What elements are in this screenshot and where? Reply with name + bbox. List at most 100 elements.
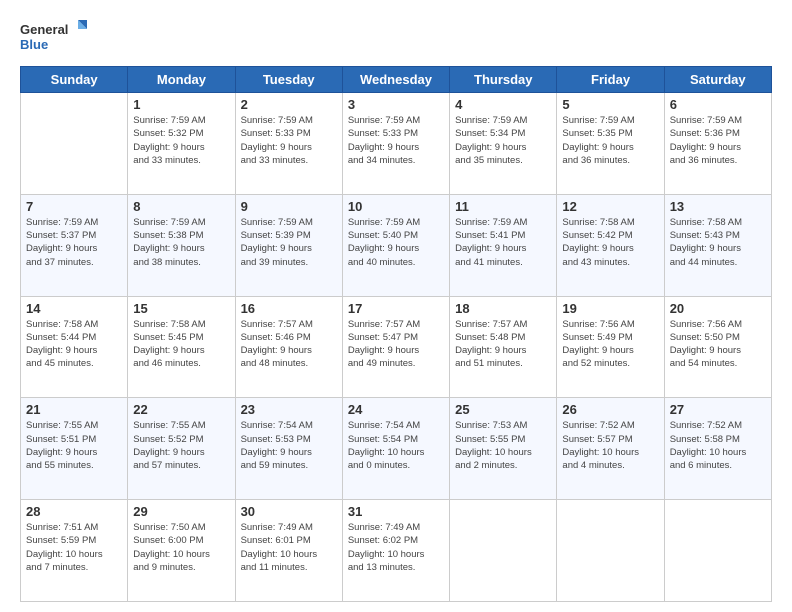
calendar-cell: 2 Sunrise: 7:59 AMSunset: 5:33 PMDaylight… (235, 93, 342, 195)
day-number: 13 (670, 199, 766, 214)
calendar-week-row: 28Sunrise: 7:51 AMSunset: 5:59 PMDayligh… (21, 500, 772, 602)
day-number: 25 (455, 402, 551, 417)
day-info: Sunrise: 7:59 AMSunset: 5:37 PMDaylight:… (26, 216, 122, 269)
calendar-cell: 22Sunrise: 7:55 AMSunset: 5:52 PMDayligh… (128, 398, 235, 500)
day-number: 8 (133, 199, 229, 214)
day-header-friday: Friday (557, 67, 664, 93)
day-number: 29 (133, 504, 229, 519)
day-info: Sunrise: 7:57 AMSunset: 5:47 PMDaylight:… (348, 318, 444, 371)
calendar-table: SundayMondayTuesdayWednesdayThursdayFrid… (20, 66, 772, 602)
calendar-cell (664, 500, 771, 602)
calendar-header-row: SundayMondayTuesdayWednesdayThursdayFrid… (21, 67, 772, 93)
day-info: Sunrise: 7:59 AMSunset: 5:34 PMDaylight:… (455, 114, 551, 167)
calendar-cell: 15 Sunrise: 7:58 AMSunset: 5:45 PMDayligh… (128, 296, 235, 398)
day-number: 5 (562, 97, 658, 112)
day-number: 4 (455, 97, 551, 112)
day-number: 11 (455, 199, 551, 214)
calendar-cell: 16 Sunrise: 7:57 AMSunset: 5:46 PMDayligh… (235, 296, 342, 398)
day-info: Sunrise: 7:59 AMSunset: 5:35 PMDaylight:… (562, 114, 658, 167)
calendar-cell: 18 Sunrise: 7:57 AMSunset: 5:48 PMDayligh… (450, 296, 557, 398)
day-info: Sunrise: 7:58 AMSunset: 5:45 PMDaylight:… (133, 318, 229, 371)
day-info: Sunrise: 7:55 AMSunset: 5:51 PMDaylight:… (26, 419, 122, 472)
calendar-week-row: 1Sunrise: 7:59 AMSunset: 5:32 PMDaylight… (21, 93, 772, 195)
day-number: 24 (348, 402, 444, 417)
logo: General Blue (20, 16, 90, 56)
day-header-monday: Monday (128, 67, 235, 93)
day-info: Sunrise: 7:58 AMSunset: 5:42 PMDaylight:… (562, 216, 658, 269)
calendar-cell: 21 Sunrise: 7:55 AMSunset: 5:51 PMDayligh… (21, 398, 128, 500)
calendar-cell: 12Sunrise: 7:58 AMSunset: 5:42 PMDayligh… (557, 194, 664, 296)
day-info: Sunrise: 7:59 AMSunset: 5:41 PMDaylight:… (455, 216, 551, 269)
svg-text:General: General (20, 22, 68, 37)
day-number: 7 (26, 199, 122, 214)
calendar-cell: 7 Sunrise: 7:59 AMSunset: 5:37 PMDaylight… (21, 194, 128, 296)
calendar-cell (21, 93, 128, 195)
day-info: Sunrise: 7:50 AMSunset: 6:00 PMDaylight:… (133, 521, 229, 574)
day-number: 10 (348, 199, 444, 214)
calendar-week-row: 21 Sunrise: 7:55 AMSunset: 5:51 PMDayligh… (21, 398, 772, 500)
day-header-wednesday: Wednesday (342, 67, 449, 93)
day-info: Sunrise: 7:59 AMSunset: 5:36 PMDaylight:… (670, 114, 766, 167)
day-number: 2 (241, 97, 337, 112)
day-info: Sunrise: 7:57 AMSunset: 5:48 PMDaylight:… (455, 318, 551, 371)
day-info: Sunrise: 7:52 AMSunset: 5:57 PMDaylight:… (562, 419, 658, 472)
day-info: Sunrise: 7:54 AMSunset: 5:54 PMDaylight:… (348, 419, 444, 472)
day-header-thursday: Thursday (450, 67, 557, 93)
page: General Blue SundayMondayTuesdayWednesda… (0, 0, 792, 612)
day-info: Sunrise: 7:59 AMSunset: 5:38 PMDaylight:… (133, 216, 229, 269)
calendar-cell: 20Sunrise: 7:56 AMSunset: 5:50 PMDayligh… (664, 296, 771, 398)
day-info: Sunrise: 7:59 AMSunset: 5:40 PMDaylight:… (348, 216, 444, 269)
calendar-week-row: 14Sunrise: 7:58 AMSunset: 5:44 PMDayligh… (21, 296, 772, 398)
day-header-saturday: Saturday (664, 67, 771, 93)
day-number: 21 (26, 402, 122, 417)
calendar-week-row: 7 Sunrise: 7:59 AMSunset: 5:37 PMDaylight… (21, 194, 772, 296)
calendar-cell: 10 Sunrise: 7:59 AMSunset: 5:40 PMDayligh… (342, 194, 449, 296)
calendar-cell: 17Sunrise: 7:57 AMSunset: 5:47 PMDayligh… (342, 296, 449, 398)
calendar-cell: 28Sunrise: 7:51 AMSunset: 5:59 PMDayligh… (21, 500, 128, 602)
day-info: Sunrise: 7:53 AMSunset: 5:55 PMDaylight:… (455, 419, 551, 472)
calendar-cell: 19Sunrise: 7:56 AMSunset: 5:49 PMDayligh… (557, 296, 664, 398)
day-number: 27 (670, 402, 766, 417)
day-info: Sunrise: 7:59 AMSunset: 5:39 PMDaylight:… (241, 216, 337, 269)
day-number: 15 (133, 301, 229, 316)
calendar-cell: 5 Sunrise: 7:59 AMSunset: 5:35 PMDaylight… (557, 93, 664, 195)
calendar-cell: 4 Sunrise: 7:59 AMSunset: 5:34 PMDaylight… (450, 93, 557, 195)
logo-svg: General Blue (20, 16, 90, 56)
day-number: 9 (241, 199, 337, 214)
calendar-cell: 29 Sunrise: 7:50 AMSunset: 6:00 PMDayligh… (128, 500, 235, 602)
calendar-cell: 1Sunrise: 7:59 AMSunset: 5:32 PMDaylight… (128, 93, 235, 195)
day-number: 31 (348, 504, 444, 519)
calendar-cell: 23 Sunrise: 7:54 AMSunset: 5:53 PMDayligh… (235, 398, 342, 500)
day-number: 3 (348, 97, 444, 112)
day-number: 30 (241, 504, 337, 519)
day-info: Sunrise: 7:54 AMSunset: 5:53 PMDaylight:… (241, 419, 337, 472)
calendar-cell: 24 Sunrise: 7:54 AMSunset: 5:54 PMDayligh… (342, 398, 449, 500)
calendar-cell: 6Sunrise: 7:59 AMSunset: 5:36 PMDaylight… (664, 93, 771, 195)
calendar-cell: 13 Sunrise: 7:58 AMSunset: 5:43 PMDayligh… (664, 194, 771, 296)
calendar-cell: 3 Sunrise: 7:59 AMSunset: 5:33 PMDaylight… (342, 93, 449, 195)
day-info: Sunrise: 7:57 AMSunset: 5:46 PMDaylight:… (241, 318, 337, 371)
day-number: 14 (26, 301, 122, 316)
calendar-cell (450, 500, 557, 602)
day-info: Sunrise: 7:49 AMSunset: 6:01 PMDaylight:… (241, 521, 337, 574)
calendar-cell: 31 Sunrise: 7:49 AMSunset: 6:02 PMDayligh… (342, 500, 449, 602)
day-number: 23 (241, 402, 337, 417)
calendar-cell: 8 Sunrise: 7:59 AMSunset: 5:38 PMDaylight… (128, 194, 235, 296)
svg-text:Blue: Blue (20, 37, 48, 52)
header: General Blue (20, 16, 772, 56)
calendar-cell: 30 Sunrise: 7:49 AMSunset: 6:01 PMDayligh… (235, 500, 342, 602)
day-number: 18 (455, 301, 551, 316)
day-header-tuesday: Tuesday (235, 67, 342, 93)
day-number: 16 (241, 301, 337, 316)
day-number: 20 (670, 301, 766, 316)
day-info: Sunrise: 7:59 AMSunset: 5:33 PMDaylight:… (348, 114, 444, 167)
day-number: 26 (562, 402, 658, 417)
day-number: 19 (562, 301, 658, 316)
calendar-cell (557, 500, 664, 602)
day-info: Sunrise: 7:51 AMSunset: 5:59 PMDaylight:… (26, 521, 122, 574)
day-info: Sunrise: 7:58 AMSunset: 5:43 PMDaylight:… (670, 216, 766, 269)
day-info: Sunrise: 7:55 AMSunset: 5:52 PMDaylight:… (133, 419, 229, 472)
day-info: Sunrise: 7:59 AMSunset: 5:33 PMDaylight:… (241, 114, 337, 167)
day-info: Sunrise: 7:49 AMSunset: 6:02 PMDaylight:… (348, 521, 444, 574)
calendar-cell: 27Sunrise: 7:52 AMSunset: 5:58 PMDayligh… (664, 398, 771, 500)
